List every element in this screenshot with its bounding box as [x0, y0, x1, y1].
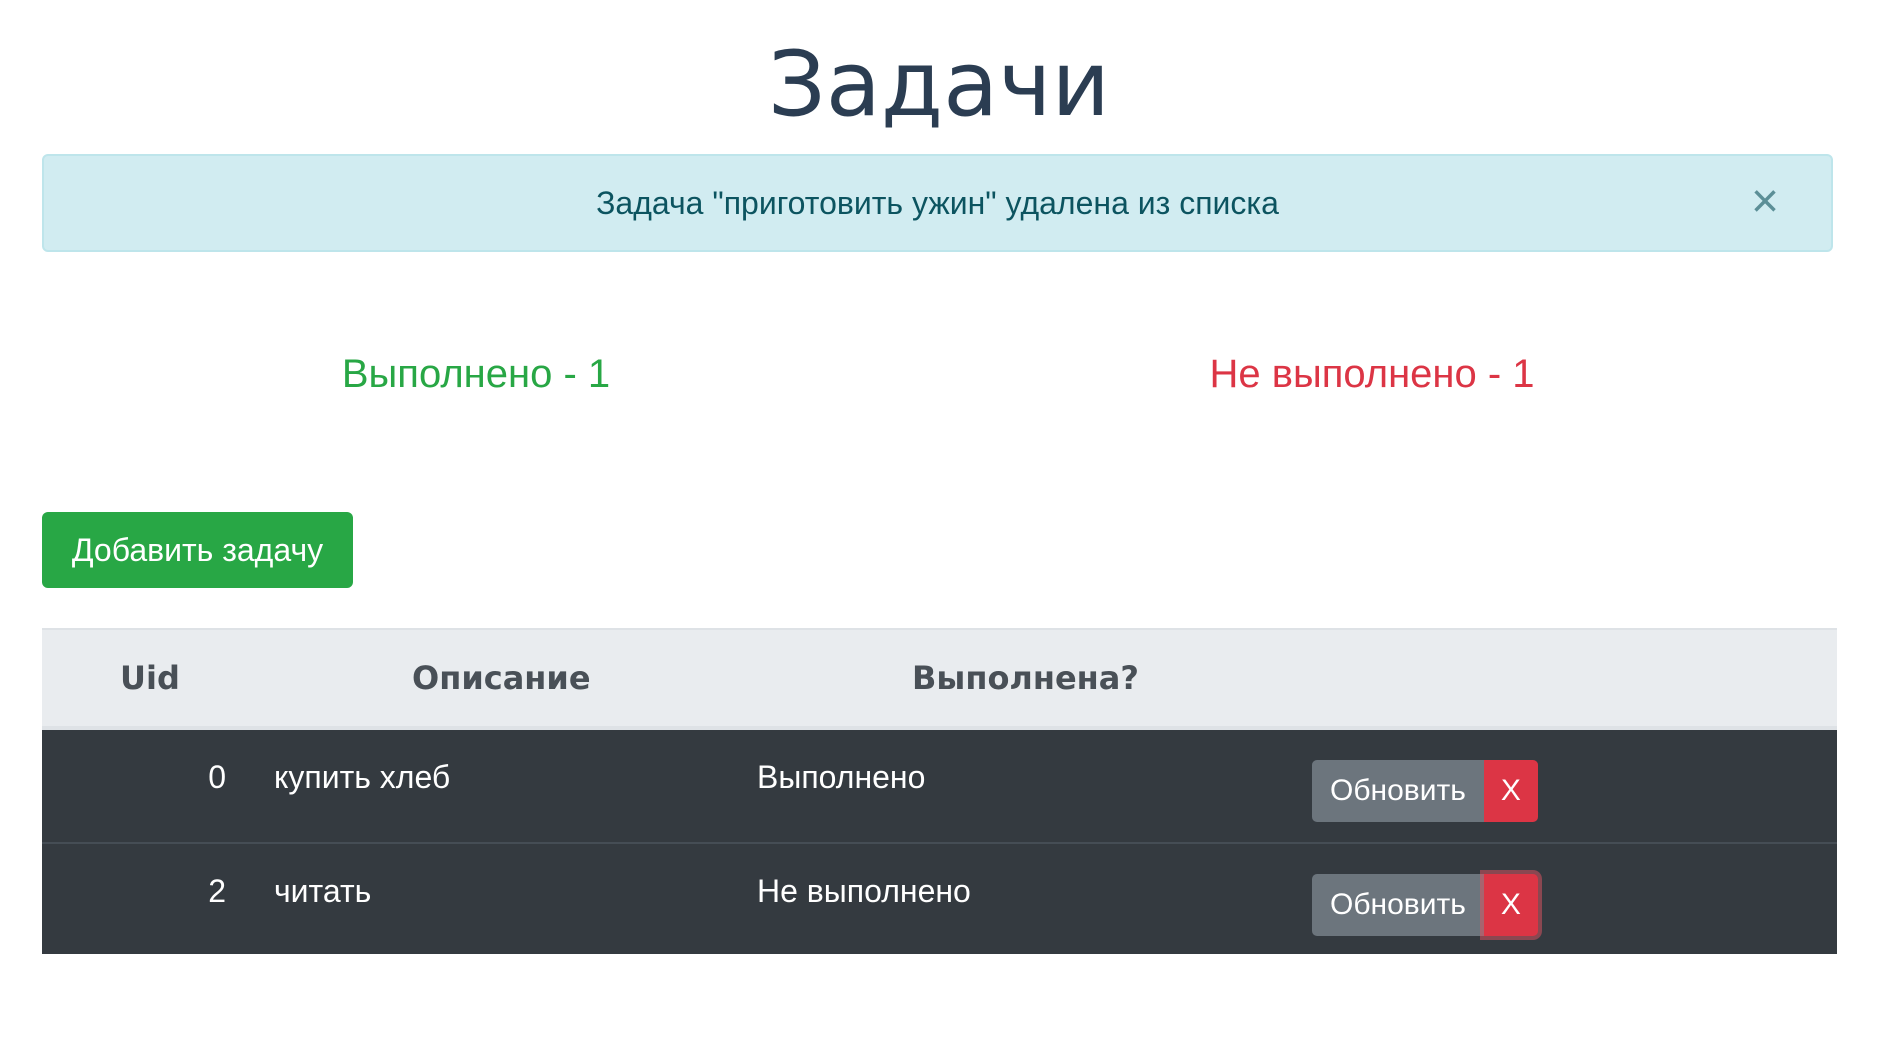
column-header-description: Описание — [412, 659, 591, 697]
close-icon[interactable]: × — [1737, 174, 1793, 230]
column-header-done: Выполнена? — [912, 659, 1139, 697]
row-uid: 2 — [208, 873, 226, 909]
tasks-table: Uid Описание Выполнена? 0 купить хлеб Вы… — [42, 628, 1837, 954]
delete-button[interactable]: X — [1483, 874, 1538, 936]
page: Задачи Задача "приготовить ужин" удалена… — [0, 0, 1878, 1044]
row-uid: 0 — [208, 759, 226, 795]
table-row: 0 купить хлеб Выполнено Обновить X — [42, 730, 1837, 842]
row-actions: Обновить X — [1312, 874, 1538, 936]
info-alert: Задача "приготовить ужин" удалена из спи… — [42, 154, 1833, 252]
row-description: купить хлеб — [274, 759, 451, 795]
not-done-count: Не выполнено - 1 — [1209, 352, 1535, 396]
add-task-button[interactable]: Добавить задачу — [42, 512, 353, 588]
row-status: Выполнено — [757, 759, 926, 795]
row-description: читать — [274, 873, 372, 909]
done-count: Выполнено - 1 — [341, 352, 611, 396]
column-header-uid: Uid — [120, 659, 180, 697]
update-button[interactable]: Обновить — [1312, 760, 1484, 822]
row-actions: Обновить X — [1312, 760, 1538, 822]
update-button[interactable]: Обновить — [1312, 874, 1484, 936]
row-status: Не выполнено — [757, 873, 971, 909]
table-header: Uid Описание Выполнена? — [42, 628, 1837, 730]
delete-button[interactable]: X — [1483, 760, 1538, 822]
table-row: 2 читать Не выполнено Обновить X — [42, 842, 1837, 954]
page-title: Задачи — [768, 32, 1110, 137]
table-body: 0 купить хлеб Выполнено Обновить X 2 чит… — [42, 730, 1837, 954]
alert-message: Задача "приготовить ужин" удалена из спи… — [596, 185, 1279, 221]
